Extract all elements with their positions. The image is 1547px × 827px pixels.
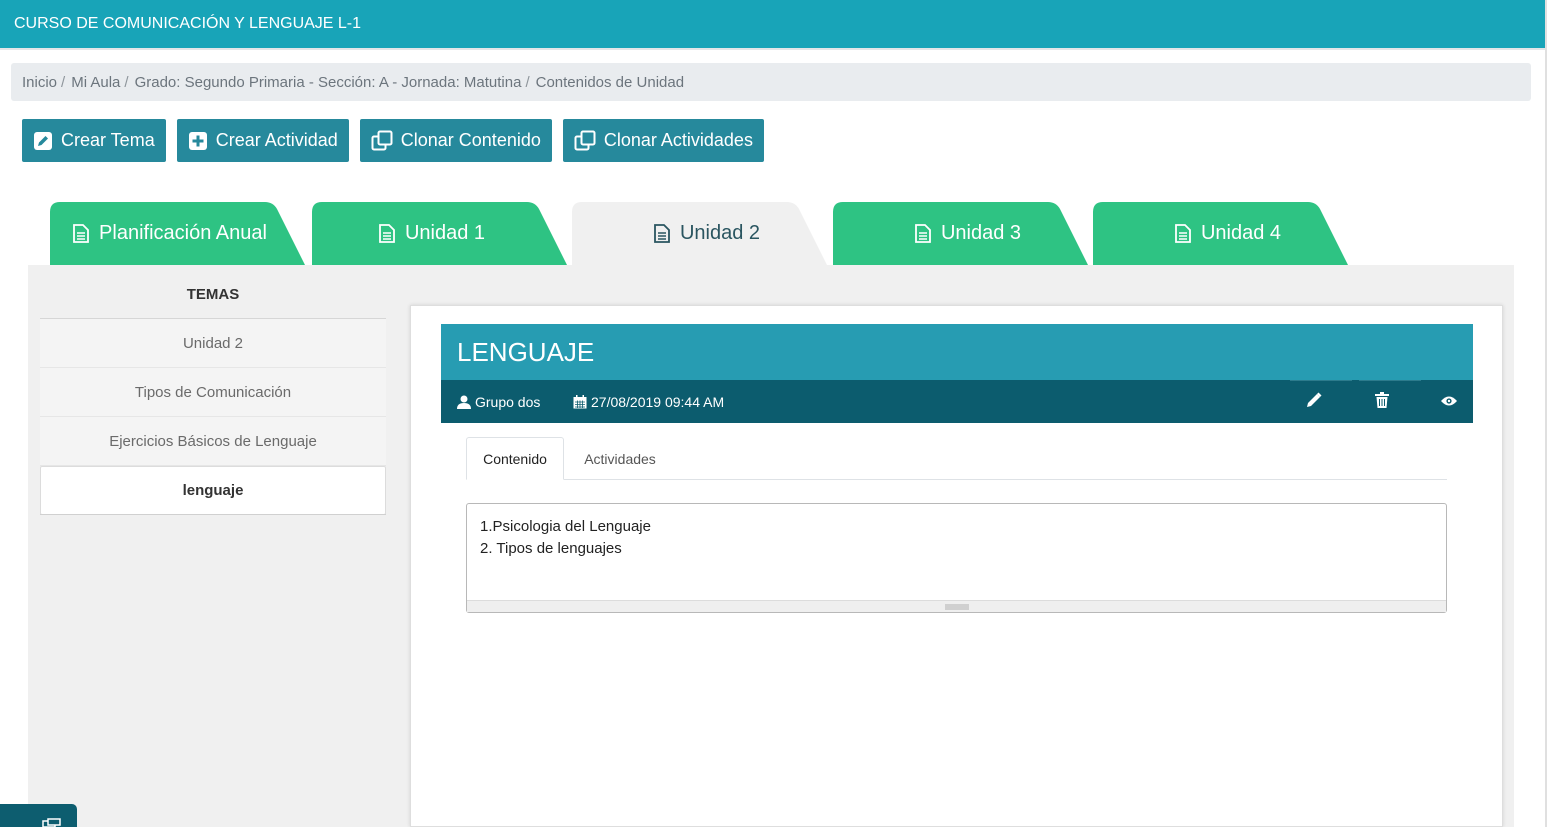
tab-contenido[interactable]: Contenido <box>466 437 564 480</box>
crear-tema-button[interactable]: Crear Tema <box>22 119 166 162</box>
edit-icon <box>1306 392 1322 411</box>
topic-group: Grupo dos <box>457 380 540 423</box>
breadcrumb-separator: / <box>525 73 530 91</box>
tab-label: Planificación Anual <box>99 222 267 244</box>
tab-label: Unidad 4 <box>1200 222 1282 244</box>
temas-divider <box>40 514 386 515</box>
content-editor[interactable]: 1.Psicologia del Lenguaje 2. Tipos de le… <box>466 503 1447 613</box>
grip-icon <box>944 604 969 609</box>
tab-planificacion-anual[interactable]: Planificación Anual <box>50 202 305 265</box>
tab-unidad-3[interactable]: Unidad 3 <box>833 202 1088 265</box>
tab-label: Unidad 1 <box>404 222 486 244</box>
breadcrumb: Inicio / Mi Aula / Grado: Segundo Primar… <box>11 63 1531 101</box>
topic-date: 27/08/2019 09:44 AM <box>573 380 724 423</box>
crear-actividad-button[interactable]: Crear Actividad <box>176 119 349 162</box>
breadcrumb-grado[interactable]: Grado: Segundo Primaria - Sección: A - J… <box>135 74 522 91</box>
plus-square-icon <box>188 131 208 151</box>
temas-heading: TEMAS <box>186 286 240 303</box>
calendar-icon <box>573 394 587 409</box>
clonar-contenido-button[interactable]: Clonar Contenido <box>359 119 552 162</box>
breadcrumb-inicio[interactable]: Inicio <box>22 74 57 91</box>
tema-item-lenguaje[interactable]: lenguaje <box>40 466 386 515</box>
tema-item-unidad-2[interactable]: Unidad 2 <box>40 319 386 368</box>
tab-unidad-2[interactable]: Unidad 2 <box>572 202 827 265</box>
file-text-icon <box>1175 224 1191 243</box>
clonar-contenido-label: Clonar Contenido <box>400 130 541 150</box>
clone-icon <box>371 130 393 152</box>
editor-line: 2. Tipos de lenguajes <box>480 540 622 557</box>
file-text-icon <box>654 224 670 243</box>
breadcrumb-mi-aula[interactable]: Mi Aula <box>71 74 120 91</box>
file-text-icon <box>379 224 395 243</box>
clonar-actividades-button[interactable]: Clonar Actividades <box>562 119 764 162</box>
topic-meta-bar: Grupo dos 27/08/2019 09:44 AM <box>441 380 1473 423</box>
tab-unidad-1[interactable]: Unidad 1 <box>312 202 567 265</box>
delete-topic-button[interactable] <box>1349 380 1415 423</box>
file-text-icon <box>915 224 931 243</box>
file-text-icon <box>73 224 89 243</box>
tab-unidad-4[interactable]: Unidad 4 <box>1093 202 1348 265</box>
tab-label: Unidad 2 <box>679 222 761 244</box>
floating-widget[interactable] <box>0 804 77 827</box>
clonar-actividades-label: Clonar Actividades <box>603 130 753 150</box>
pencil-square-icon <box>33 131 53 151</box>
unit-tabs: Planificación Anual Unidad 1 Unidad 2 Un… <box>28 200 1514 266</box>
toolbar: Crear Tema Crear Actividad Clonar Conten… <box>22 119 764 162</box>
header-divider <box>0 48 1547 50</box>
edit-topic-button[interactable] <box>1281 380 1347 423</box>
view-topic-button[interactable] <box>1416 380 1482 423</box>
tema-item-tipos-comunicacion[interactable]: Tipos de Comunicación <box>40 368 386 417</box>
breadcrumb-separator: / <box>61 73 66 91</box>
tab-label: Unidad 3 <box>940 222 1022 244</box>
app-header: CURSO DE COMUNICACIÓN Y LENGUAJE L-1 <box>0 0 1547 48</box>
trash-icon <box>1375 392 1389 411</box>
breadcrumb-separator: / <box>124 73 129 91</box>
crear-tema-label: Crear Tema <box>61 130 155 150</box>
course-title: CURSO DE COMUNICACIÓN Y LENGUAJE L-1 <box>14 15 362 32</box>
editor-line: 1.Psicologia del Lenguaje <box>480 518 651 535</box>
eye-icon <box>1441 394 1457 410</box>
clone-icon <box>574 130 596 152</box>
user-icon <box>457 395 471 409</box>
topic-group-label: Grupo dos <box>475 393 541 410</box>
topic-date-label: 27/08/2019 09:44 AM <box>591 393 725 410</box>
content-tabs: Contenido Actividades <box>466 437 1447 480</box>
editor-body[interactable]: 1.Psicologia del Lenguaje 2. Tipos de le… <box>467 504 1446 572</box>
breadcrumb-current: Contenidos de Unidad <box>535 73 685 91</box>
crear-actividad-label: Crear Actividad <box>215 130 338 150</box>
topic-title: LENGUAJE <box>441 324 1473 381</box>
clone-icon <box>42 818 61 827</box>
resize-handle[interactable] <box>467 600 1446 612</box>
temas-list: Unidad 2 Tipos de Comunicación Ejercicio… <box>40 318 386 515</box>
tema-item-ejercicios-basicos[interactable]: Ejercicios Básicos de Lenguaje <box>40 417 386 466</box>
tab-actividades[interactable]: Actividades <box>570 437 670 480</box>
